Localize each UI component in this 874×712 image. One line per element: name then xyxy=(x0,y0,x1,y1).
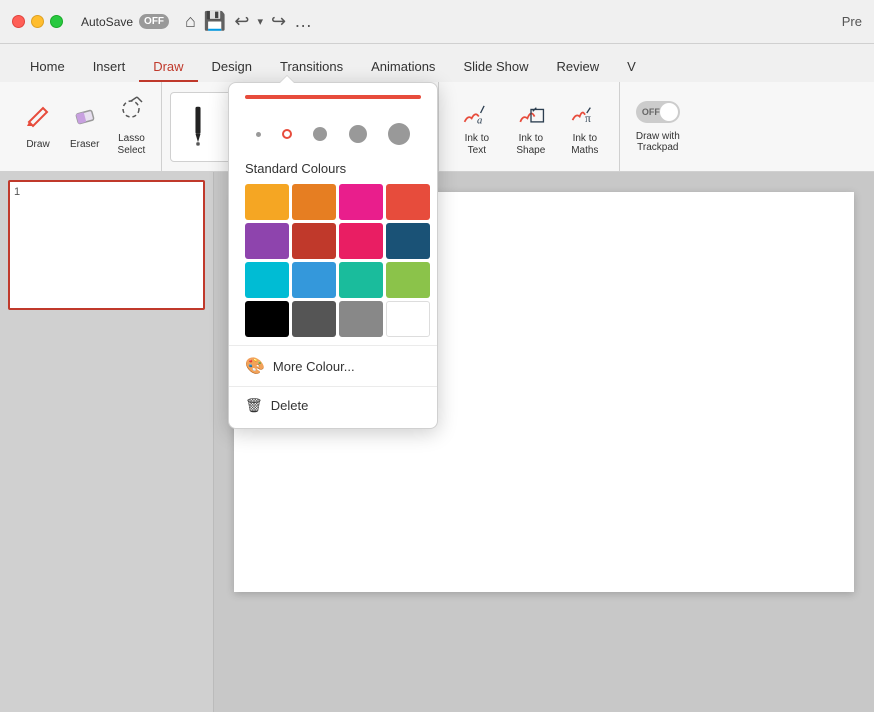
tab-slideshow[interactable]: Slide Show xyxy=(449,53,542,82)
pen-dropdown: Standard Colours 🎨 More Colour... 🗑 Dele… xyxy=(228,82,438,429)
tab-design[interactable]: Design xyxy=(198,53,266,82)
pen-black[interactable] xyxy=(175,97,221,157)
ink-to-text-icon: a xyxy=(459,97,495,129)
standard-colours-label: Standard Colours xyxy=(229,157,437,184)
ink-to-group: a Ink to Text Ink to Shape π Ink to Math… xyxy=(443,82,620,171)
colour-swatch-blue[interactable] xyxy=(292,262,336,298)
colour-swatch-black[interactable] xyxy=(245,301,289,337)
tab-view[interactable]: V xyxy=(613,53,650,82)
trackpad-label: Draw withTrackpad xyxy=(636,131,680,153)
tab-animations[interactable]: Animations xyxy=(357,53,449,82)
ribbon-tabs: Home Insert Draw Design Transitions Anim… xyxy=(0,44,874,82)
colour-swatch-green[interactable] xyxy=(386,262,430,298)
ink-to-shape-icon xyxy=(513,97,549,129)
title-bar: AutoSave OFF ⌂ 💾 ↩ ▾ ↪ … Pre xyxy=(0,0,874,44)
lasso-icon xyxy=(118,96,144,129)
colour-swatch-white[interactable] xyxy=(386,301,430,337)
eraser-label: Eraser xyxy=(70,139,99,151)
toolbar-icons: ⌂ 💾 ↩ ▾ ↪ … xyxy=(185,11,312,32)
delete-label: Delete xyxy=(271,398,309,413)
colour-swatch-yellow[interactable] xyxy=(245,184,289,220)
eraser-button[interactable]: Eraser xyxy=(62,91,107,163)
toggle-knob xyxy=(660,103,678,121)
colour-wheel-icon: 🎨 xyxy=(245,356,265,376)
ink-to-shape-button[interactable]: Ink to Shape xyxy=(505,91,557,163)
tab-draw[interactable]: Draw xyxy=(139,53,197,82)
size-row xyxy=(229,119,437,157)
save-icon[interactable]: 💾 xyxy=(204,11,226,32)
lasso-button[interactable]: Lasso Select xyxy=(109,91,153,163)
traffic-lights xyxy=(12,15,63,28)
more-colour-button[interactable]: 🎨 More Colour... xyxy=(229,345,437,386)
autosave-label: AutoSave xyxy=(81,15,133,29)
trackpad-toggle[interactable]: OFF Draw withTrackpad xyxy=(636,101,680,153)
lasso-label: Lasso Select xyxy=(118,133,146,157)
colour-swatch-teal[interactable] xyxy=(339,262,383,298)
color-preview xyxy=(229,83,437,119)
size-dot-md[interactable] xyxy=(313,127,327,141)
draw-button[interactable]: Draw xyxy=(16,91,60,163)
ink-to-maths-label: Ink to Maths xyxy=(571,133,598,157)
delete-button[interactable]: 🗑 Delete xyxy=(229,386,437,424)
draw-tools-group: Draw Eraser Lasso Select xyxy=(8,82,162,171)
trash-icon: 🗑 xyxy=(245,397,263,414)
toggle-switch[interactable]: OFF xyxy=(636,101,680,123)
svg-text:a: a xyxy=(477,115,482,126)
colour-swatch-gray[interactable] xyxy=(339,301,383,337)
minimize-button[interactable] xyxy=(31,15,44,28)
slide-panel: 1 xyxy=(0,172,214,712)
redo-icon[interactable]: ↪ xyxy=(271,11,286,32)
ink-to-text-label: Ink to Text xyxy=(465,133,489,157)
ink-to-text-button[interactable]: a Ink to Text xyxy=(451,91,503,163)
more-icon[interactable]: … xyxy=(294,11,312,32)
slide-thumbnail-1[interactable]: 1 xyxy=(8,180,205,310)
undo-icon[interactable]: ↩ xyxy=(234,11,249,32)
size-dot-xl[interactable] xyxy=(388,123,410,145)
trackpad-group: OFF Draw withTrackpad xyxy=(624,82,692,171)
more-colour-label: More Colour... xyxy=(273,359,355,374)
colour-swatch-darkred[interactable] xyxy=(292,223,336,259)
colour-swatch-orange[interactable] xyxy=(292,184,336,220)
svg-text:π: π xyxy=(585,112,591,124)
size-dot-sm[interactable] xyxy=(282,129,292,139)
autosave-area: AutoSave OFF xyxy=(81,14,169,29)
maximize-button[interactable] xyxy=(50,15,63,28)
colour-swatch-red[interactable] xyxy=(386,184,430,220)
autosave-toggle[interactable]: OFF xyxy=(139,14,169,29)
eraser-icon xyxy=(72,102,98,135)
slide-number: 1 xyxy=(14,186,20,198)
toggle-off-label: OFF xyxy=(642,107,660,117)
colour-swatch-purple[interactable] xyxy=(245,223,289,259)
draw-label: Draw xyxy=(26,139,49,151)
tab-insert[interactable]: Insert xyxy=(79,53,140,82)
ink-to-maths-button[interactable]: π Ink to Maths xyxy=(559,91,611,163)
ink-to-maths-icon: π xyxy=(567,97,603,129)
tab-home[interactable]: Home xyxy=(16,53,79,82)
size-dot-xs[interactable] xyxy=(256,132,261,137)
colour-swatch-darkgray[interactable] xyxy=(292,301,336,337)
colour-swatch-hotpink[interactable] xyxy=(339,184,383,220)
colour-swatch-cyan[interactable] xyxy=(245,262,289,298)
size-dot-lg[interactable] xyxy=(349,125,367,143)
close-button[interactable] xyxy=(12,15,25,28)
ink-to-shape-label: Ink to Shape xyxy=(516,133,545,157)
undo-dropdown-icon[interactable]: ▾ xyxy=(257,15,263,28)
draw-icon xyxy=(25,102,51,135)
tab-review[interactable]: Review xyxy=(542,53,613,82)
color-preview-line xyxy=(245,95,421,99)
colour-swatch-pink[interactable] xyxy=(339,223,383,259)
colour-swatch-navyblue[interactable] xyxy=(386,223,430,259)
app-name: Pre xyxy=(842,14,862,29)
home-icon[interactable]: ⌂ xyxy=(185,11,196,32)
colour-grid xyxy=(229,184,437,345)
